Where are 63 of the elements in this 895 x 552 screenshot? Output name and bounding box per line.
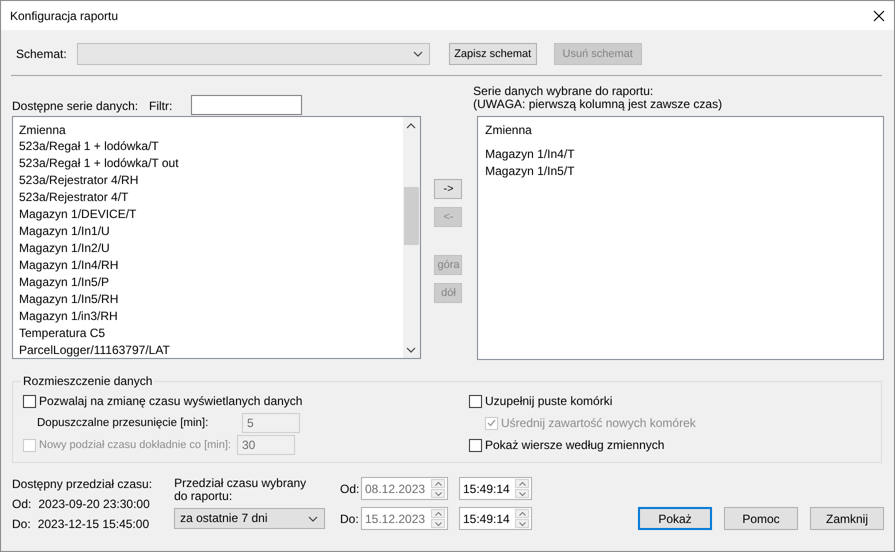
time-field[interactable]: 15:49:14 — [459, 507, 532, 530]
spin-buttons[interactable] — [515, 479, 529, 498]
checkbox-label: Uzupełnij puste komórki — [485, 394, 612, 408]
group-title: Rozmieszczenie danych — [22, 374, 154, 388]
date-field[interactable]: 08.12.2023 — [361, 477, 448, 500]
list-item[interactable]: Temperatura C5 — [19, 325, 403, 342]
chevron-down-icon — [308, 516, 318, 522]
range-value: 2023-12-15 15:45:00 — [38, 517, 150, 531]
checkbox-label: Pozwalaj na zmianę czasu wyświetlanych danych — [39, 394, 302, 408]
spin-buttons[interactable] — [431, 509, 445, 528]
list-item[interactable]: 523a/Rejestrator 4/T — [19, 189, 403, 206]
list-item[interactable]: 523a/Regał 1 + lodówka/T out — [19, 155, 403, 172]
list-label: Serie danych wybrane do raportu: — [473, 85, 654, 98]
spin-buttons[interactable] — [515, 509, 529, 528]
range-value: 2023-09-20 23:30:00 — [38, 497, 150, 511]
list-item[interactable]: ParcelLogger/11163797/LAT — [19, 342, 403, 358]
checkbox[interactable] — [469, 438, 482, 452]
column-header: Zmienna — [19, 122, 67, 138]
list-item[interactable]: Magazyn 1/In5/P — [19, 274, 403, 291]
close-icon[interactable] — [872, 8, 886, 22]
date-field[interactable]: 15.12.2023 — [361, 507, 448, 530]
list-item[interactable]: Magazyn 1/In5/RH — [19, 291, 403, 308]
move-right-button[interactable]: -> — [434, 179, 462, 199]
list-item[interactable]: Magazyn 1/In2/U — [19, 240, 403, 257]
range-dropdown[interactable]: za ostatnie 7 dni — [174, 508, 326, 529]
checkbox[interactable] — [23, 394, 36, 408]
chevron-down-icon — [412, 51, 423, 57]
checkbox-label: Uśrednij zawartość nowych komórek — [501, 416, 696, 430]
chevron-up-icon — [406, 122, 416, 128]
range-title: Przedział czasu wybrany — [174, 477, 308, 490]
list-item[interactable]: Magazyn 1/in3/RH — [19, 308, 403, 325]
range-label: Do: — [12, 517, 31, 531]
show-button[interactable]: Pokaż — [638, 507, 712, 530]
list-item[interactable]: 523a/Rejestrator 4/RH — [19, 172, 403, 189]
range-label: Od: — [12, 497, 32, 511]
close-button[interactable]: Zamknij — [810, 507, 884, 530]
range-title: Dostępny przedział czasu: — [12, 477, 154, 491]
spin-buttons[interactable] — [431, 479, 445, 498]
date-label: Od: — [340, 482, 357, 496]
checkbox-label: Nowy podział czasu dokładnie co [min]: — [39, 439, 231, 451]
column-header: Zmienna — [485, 122, 533, 139]
checkbox[interactable] — [469, 394, 482, 408]
list-item[interactable]: Magazyn 1/In1/U — [19, 223, 403, 240]
note-text: (UWAGA: pierwszą kolumną jest zawsze czas) — [473, 98, 724, 111]
time-field[interactable]: 15:49:14 — [459, 477, 532, 500]
window-title: Konfiguracja raportu — [10, 8, 118, 22]
field-label: Dopuszczalne przesunięcie [min]: — [37, 417, 210, 429]
filter-label: Filtr: — [149, 99, 172, 113]
date-label: Do: — [340, 512, 357, 526]
list-item[interactable]: Magazyn 1/DEVICE/T — [19, 206, 403, 223]
chevron-down-icon — [406, 346, 416, 352]
checkbox-label: Pokaż wiersze według zmiennych — [485, 438, 664, 452]
list-item[interactable]: 523a/Regał 1 + lodówka/T — [19, 138, 403, 155]
help-button[interactable]: Pomoc — [724, 507, 798, 530]
list-item[interactable]: Magazyn 1/In5/T — [485, 163, 883, 180]
range-title: do raportu: — [174, 490, 234, 503]
list-label: Dostępne serie danych: — [12, 99, 140, 113]
list-item[interactable]: Magazyn 1/In4/RH — [19, 257, 403, 274]
list-item[interactable]: Magazyn 1/In4/T — [485, 146, 883, 163]
save-schema-button[interactable]: Zapisz schemat — [448, 43, 537, 65]
scrollbar-thumb[interactable] — [404, 187, 419, 245]
schema-label: Schemat: — [16, 47, 67, 61]
filter-field[interactable] — [191, 95, 302, 115]
